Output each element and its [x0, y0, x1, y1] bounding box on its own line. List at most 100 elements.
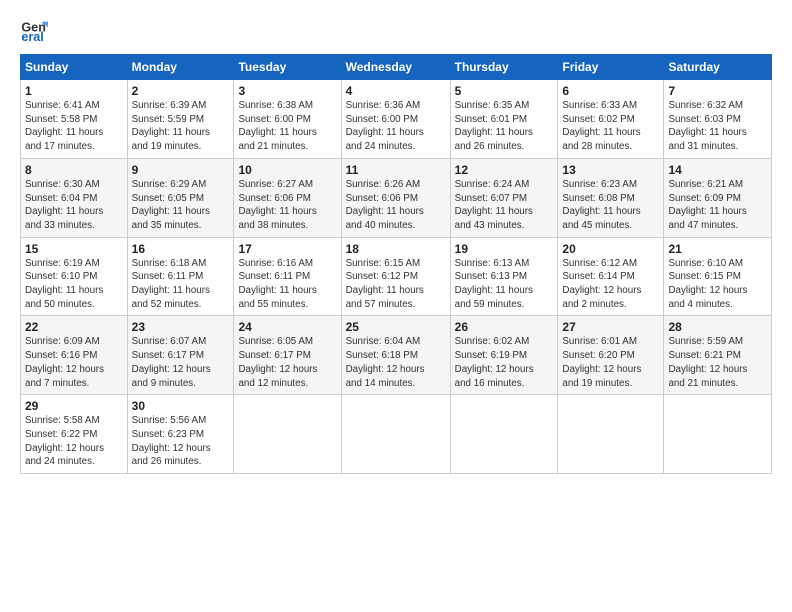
day-info: Sunrise: 6:05 AM Sunset: 6:17 PM Dayligh…: [238, 335, 336, 390]
day-info: Sunrise: 6:27 AM Sunset: 6:06 PM Dayligh…: [238, 178, 336, 233]
week-row-3: 15Sunrise: 6:19 AM Sunset: 6:10 PM Dayli…: [21, 237, 772, 316]
day-number: 14: [668, 163, 767, 177]
weekday-header-monday: Monday: [127, 55, 234, 80]
day-info: Sunrise: 5:59 AM Sunset: 6:21 PM Dayligh…: [668, 335, 767, 390]
day-info: Sunrise: 6:10 AM Sunset: 6:15 PM Dayligh…: [668, 257, 767, 312]
weekday-header-saturday: Saturday: [664, 55, 772, 80]
day-cell-6: 6Sunrise: 6:33 AM Sunset: 6:02 PM Daylig…: [558, 80, 664, 159]
day-cell-28: 28Sunrise: 5:59 AM Sunset: 6:21 PM Dayli…: [664, 316, 772, 395]
day-info: Sunrise: 6:24 AM Sunset: 6:07 PM Dayligh…: [455, 178, 554, 233]
day-number: 25: [346, 320, 446, 334]
weekday-header-tuesday: Tuesday: [234, 55, 341, 80]
day-number: 29: [25, 399, 123, 413]
day-number: 19: [455, 242, 554, 256]
day-number: 18: [346, 242, 446, 256]
day-cell-2: 2Sunrise: 6:39 AM Sunset: 5:59 PM Daylig…: [127, 80, 234, 159]
day-number: 6: [562, 84, 659, 98]
day-cell-26: 26Sunrise: 6:02 AM Sunset: 6:19 PM Dayli…: [450, 316, 558, 395]
day-number: 1: [25, 84, 123, 98]
day-number: 30: [132, 399, 230, 413]
day-cell-21: 21Sunrise: 6:10 AM Sunset: 6:15 PM Dayli…: [664, 237, 772, 316]
week-row-1: 1Sunrise: 6:41 AM Sunset: 5:58 PM Daylig…: [21, 80, 772, 159]
weekday-header-sunday: Sunday: [21, 55, 128, 80]
header: Gen eral: [20, 16, 772, 44]
day-number: 8: [25, 163, 123, 177]
day-cell-13: 13Sunrise: 6:23 AM Sunset: 6:08 PM Dayli…: [558, 158, 664, 237]
empty-cell: [558, 395, 664, 474]
day-info: Sunrise: 6:39 AM Sunset: 5:59 PM Dayligh…: [132, 99, 230, 154]
day-cell-16: 16Sunrise: 6:18 AM Sunset: 6:11 PM Dayli…: [127, 237, 234, 316]
day-cell-11: 11Sunrise: 6:26 AM Sunset: 6:06 PM Dayli…: [341, 158, 450, 237]
week-row-2: 8Sunrise: 6:30 AM Sunset: 6:04 PM Daylig…: [21, 158, 772, 237]
day-info: Sunrise: 6:32 AM Sunset: 6:03 PM Dayligh…: [668, 99, 767, 154]
day-number: 15: [25, 242, 123, 256]
day-cell-24: 24Sunrise: 6:05 AM Sunset: 6:17 PM Dayli…: [234, 316, 341, 395]
day-number: 20: [562, 242, 659, 256]
day-info: Sunrise: 6:41 AM Sunset: 5:58 PM Dayligh…: [25, 99, 123, 154]
day-cell-29: 29Sunrise: 5:58 AM Sunset: 6:22 PM Dayli…: [21, 395, 128, 474]
day-number: 2: [132, 84, 230, 98]
empty-cell: [450, 395, 558, 474]
day-number: 5: [455, 84, 554, 98]
day-number: 3: [238, 84, 336, 98]
day-info: Sunrise: 6:38 AM Sunset: 6:00 PM Dayligh…: [238, 99, 336, 154]
weekday-header-wednesday: Wednesday: [341, 55, 450, 80]
weekday-header-friday: Friday: [558, 55, 664, 80]
empty-cell: [234, 395, 341, 474]
day-info: Sunrise: 6:16 AM Sunset: 6:11 PM Dayligh…: [238, 257, 336, 312]
day-number: 11: [346, 163, 446, 177]
day-number: 22: [25, 320, 123, 334]
day-info: Sunrise: 6:30 AM Sunset: 6:04 PM Dayligh…: [25, 178, 123, 233]
logo-icon: Gen eral: [20, 16, 48, 44]
week-row-4: 22Sunrise: 6:09 AM Sunset: 6:16 PM Dayli…: [21, 316, 772, 395]
weekday-header-row: SundayMondayTuesdayWednesdayThursdayFrid…: [21, 55, 772, 80]
day-cell-1: 1Sunrise: 6:41 AM Sunset: 5:58 PM Daylig…: [21, 80, 128, 159]
weekday-header-thursday: Thursday: [450, 55, 558, 80]
empty-cell: [664, 395, 772, 474]
day-cell-27: 27Sunrise: 6:01 AM Sunset: 6:20 PM Dayli…: [558, 316, 664, 395]
day-cell-9: 9Sunrise: 6:29 AM Sunset: 6:05 PM Daylig…: [127, 158, 234, 237]
day-cell-25: 25Sunrise: 6:04 AM Sunset: 6:18 PM Dayli…: [341, 316, 450, 395]
logo: Gen eral: [20, 16, 52, 44]
day-cell-7: 7Sunrise: 6:32 AM Sunset: 6:03 PM Daylig…: [664, 80, 772, 159]
day-cell-19: 19Sunrise: 6:13 AM Sunset: 6:13 PM Dayli…: [450, 237, 558, 316]
day-number: 24: [238, 320, 336, 334]
day-cell-20: 20Sunrise: 6:12 AM Sunset: 6:14 PM Dayli…: [558, 237, 664, 316]
day-number: 23: [132, 320, 230, 334]
day-info: Sunrise: 6:07 AM Sunset: 6:17 PM Dayligh…: [132, 335, 230, 390]
day-info: Sunrise: 6:23 AM Sunset: 6:08 PM Dayligh…: [562, 178, 659, 233]
day-info: Sunrise: 5:58 AM Sunset: 6:22 PM Dayligh…: [25, 414, 123, 469]
day-cell-14: 14Sunrise: 6:21 AM Sunset: 6:09 PM Dayli…: [664, 158, 772, 237]
day-cell-18: 18Sunrise: 6:15 AM Sunset: 6:12 PM Dayli…: [341, 237, 450, 316]
day-number: 12: [455, 163, 554, 177]
day-number: 13: [562, 163, 659, 177]
day-number: 21: [668, 242, 767, 256]
day-cell-8: 8Sunrise: 6:30 AM Sunset: 6:04 PM Daylig…: [21, 158, 128, 237]
day-info: Sunrise: 6:02 AM Sunset: 6:19 PM Dayligh…: [455, 335, 554, 390]
day-info: Sunrise: 6:21 AM Sunset: 6:09 PM Dayligh…: [668, 178, 767, 233]
day-info: Sunrise: 6:09 AM Sunset: 6:16 PM Dayligh…: [25, 335, 123, 390]
day-info: Sunrise: 6:18 AM Sunset: 6:11 PM Dayligh…: [132, 257, 230, 312]
day-number: 26: [455, 320, 554, 334]
day-info: Sunrise: 6:36 AM Sunset: 6:00 PM Dayligh…: [346, 99, 446, 154]
page: Gen eral SundayMondayTuesdayWednesdayThu…: [0, 0, 792, 612]
day-cell-30: 30Sunrise: 5:56 AM Sunset: 6:23 PM Dayli…: [127, 395, 234, 474]
svg-text:eral: eral: [21, 30, 43, 44]
day-info: Sunrise: 6:19 AM Sunset: 6:10 PM Dayligh…: [25, 257, 123, 312]
day-cell-15: 15Sunrise: 6:19 AM Sunset: 6:10 PM Dayli…: [21, 237, 128, 316]
day-info: Sunrise: 6:01 AM Sunset: 6:20 PM Dayligh…: [562, 335, 659, 390]
day-cell-4: 4Sunrise: 6:36 AM Sunset: 6:00 PM Daylig…: [341, 80, 450, 159]
day-info: Sunrise: 6:26 AM Sunset: 6:06 PM Dayligh…: [346, 178, 446, 233]
day-info: Sunrise: 6:12 AM Sunset: 6:14 PM Dayligh…: [562, 257, 659, 312]
day-number: 9: [132, 163, 230, 177]
day-cell-23: 23Sunrise: 6:07 AM Sunset: 6:17 PM Dayli…: [127, 316, 234, 395]
day-info: Sunrise: 6:04 AM Sunset: 6:18 PM Dayligh…: [346, 335, 446, 390]
day-number: 10: [238, 163, 336, 177]
day-number: 16: [132, 242, 230, 256]
day-number: 4: [346, 84, 446, 98]
day-cell-5: 5Sunrise: 6:35 AM Sunset: 6:01 PM Daylig…: [450, 80, 558, 159]
calendar: SundayMondayTuesdayWednesdayThursdayFrid…: [20, 54, 772, 474]
day-info: Sunrise: 6:29 AM Sunset: 6:05 PM Dayligh…: [132, 178, 230, 233]
day-cell-17: 17Sunrise: 6:16 AM Sunset: 6:11 PM Dayli…: [234, 237, 341, 316]
day-number: 17: [238, 242, 336, 256]
